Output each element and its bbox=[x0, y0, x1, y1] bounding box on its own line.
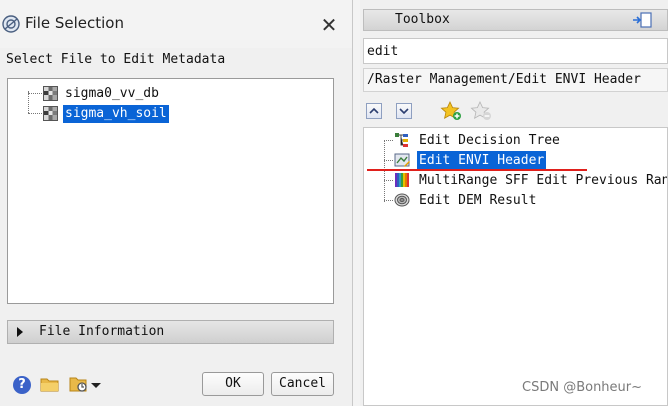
tool-item-label: Edit ENVI Header bbox=[417, 151, 547, 170]
toolbox-path-bar: /Raster Management/Edit ENVI Header bbox=[363, 68, 668, 92]
toolbox-path: /Raster Management/Edit ENVI Header bbox=[367, 72, 641, 87]
envi-header-icon bbox=[394, 153, 410, 167]
tool-item-multirange-sff[interactable]: MultiRange SFF Edit Previous Ran bbox=[364, 171, 668, 190]
decision-tree-icon bbox=[395, 133, 408, 147]
toolbox-panel: Toolbox /Raster Management/Edit ENVI Hea… bbox=[360, 0, 668, 406]
tool-item-label: Edit DEM Result bbox=[419, 193, 537, 208]
chevron-up-icon bbox=[369, 107, 379, 114]
dock-panel-icon[interactable] bbox=[632, 12, 652, 28]
folder-options-icon[interactable] bbox=[68, 374, 102, 394]
toolbox-tool-tree[interactable]: Edit Decision Tree Edit ENVI Header Mult… bbox=[363, 127, 668, 406]
collapse-all-button[interactable] bbox=[366, 103, 382, 119]
open-folder-icon[interactable] bbox=[40, 376, 60, 392]
expand-all-button[interactable] bbox=[396, 103, 412, 119]
close-button[interactable]: ✕ bbox=[314, 12, 344, 38]
select-file-label: Select File to Edit Metadata bbox=[6, 52, 226, 67]
watermark: CSDN @Bonheur~ bbox=[522, 380, 643, 395]
tool-item-label: Edit Decision Tree bbox=[419, 133, 560, 148]
tool-item-label: MultiRange SFF Edit Previous Ran bbox=[419, 173, 668, 188]
file-list[interactable]: sigma0_vv_db sigma_vh_soil bbox=[7, 78, 334, 304]
toolbox-header: Toolbox bbox=[363, 9, 668, 31]
toolbox-title: Toolbox bbox=[395, 12, 450, 27]
remove-favorite-icon[interactable] bbox=[470, 101, 492, 121]
raster-icon bbox=[43, 106, 58, 121]
file-information-toggle[interactable]: File Information bbox=[7, 320, 334, 344]
tool-item-edit-envi-header[interactable]: Edit ENVI Header bbox=[364, 151, 667, 170]
file-item-label: sigma_vh_soil bbox=[63, 105, 169, 123]
multirange-sff-icon bbox=[395, 173, 409, 187]
file-information-label: File Information bbox=[39, 324, 165, 339]
expand-arrow-icon bbox=[17, 327, 23, 337]
annotation-underline bbox=[367, 169, 587, 171]
tree-connector bbox=[28, 93, 42, 94]
add-favorite-icon[interactable] bbox=[440, 101, 462, 121]
tree-connector bbox=[28, 113, 42, 114]
cancel-button[interactable]: Cancel bbox=[271, 372, 334, 396]
ok-button[interactable]: OK bbox=[202, 372, 264, 396]
tool-item-edit-dem-result[interactable]: Edit DEM Result bbox=[364, 191, 667, 210]
dem-result-icon bbox=[394, 193, 410, 207]
close-icon: ✕ bbox=[320, 13, 338, 37]
toolbox-search-input[interactable] bbox=[363, 38, 668, 64]
dialog-title: File Selection bbox=[25, 14, 124, 32]
chevron-down-icon bbox=[399, 108, 409, 115]
file-item-label: sigma0_vv_db bbox=[65, 86, 159, 101]
tree-connector bbox=[28, 91, 29, 113]
file-selection-dialog: File Selection ✕ Select File to Edit Met… bbox=[0, 0, 353, 406]
raster-icon bbox=[43, 86, 58, 101]
envi-app-icon bbox=[2, 15, 20, 33]
dialog-titlebar: File Selection ✕ bbox=[0, 0, 352, 48]
help-icon[interactable]: ? bbox=[13, 376, 31, 394]
tool-item-edit-decision-tree[interactable]: Edit Decision Tree bbox=[364, 131, 667, 150]
